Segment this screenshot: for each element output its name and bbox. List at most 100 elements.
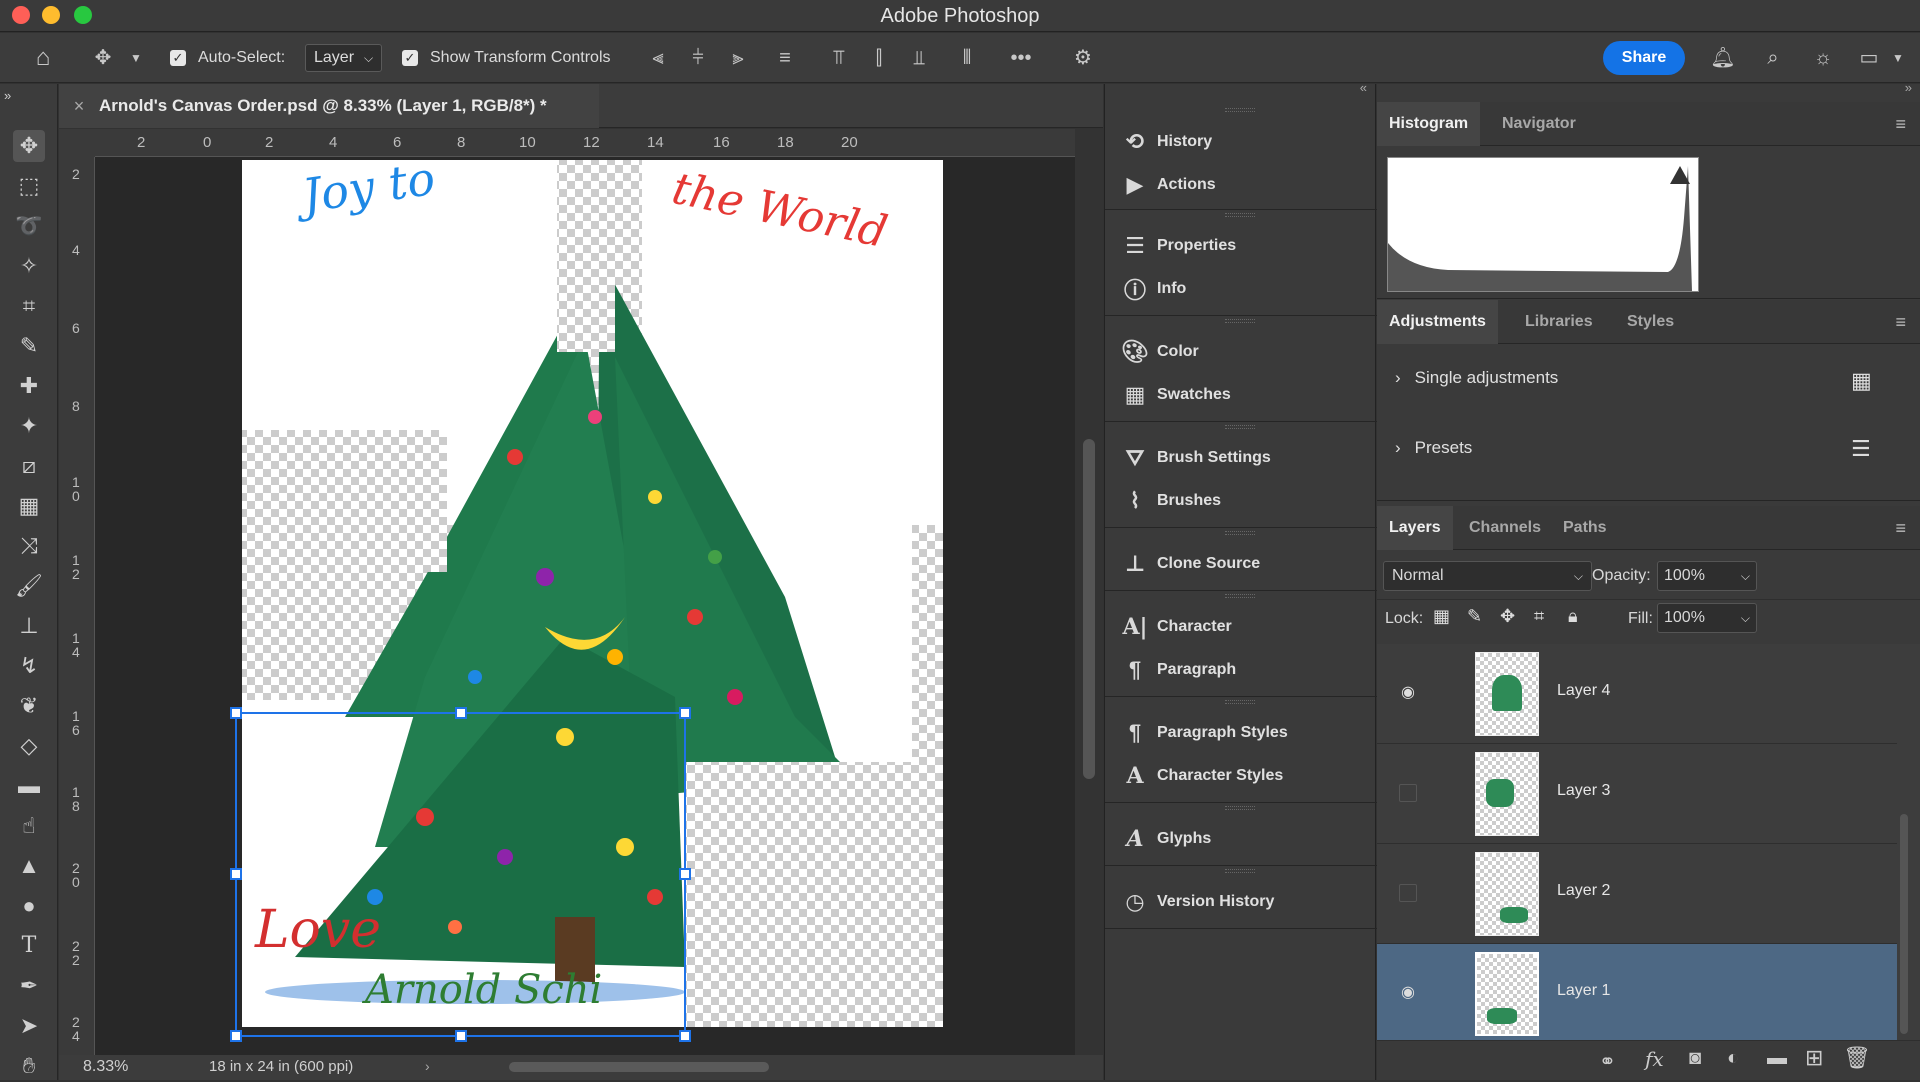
spot-healing-tool[interactable]: ✦	[13, 410, 45, 442]
eye-icon[interactable]: ◉	[1397, 982, 1419, 1004]
link-layers-icon[interactable]: ⚭	[1599, 1049, 1616, 1074]
panel-menu-icon[interactable]: ≡	[1895, 518, 1906, 539]
marquee-tool[interactable]: ⬚	[13, 170, 45, 202]
fx-icon[interactable]: fx	[1645, 1047, 1664, 1071]
expand-toolbar-icon[interactable]: »	[4, 80, 36, 112]
opacity-field[interactable]: 100% ⌵	[1657, 561, 1757, 591]
tab-histogram[interactable]: Histogram	[1377, 102, 1481, 146]
list-view-icon[interactable]: ☰	[1851, 436, 1871, 462]
share-button[interactable]: Share	[1603, 41, 1685, 75]
lock-all-icon[interactable]: 🔒︎	[1568, 606, 1578, 627]
tab-styles[interactable]: Styles	[1615, 300, 1686, 344]
panel-group-grip[interactable]	[1225, 594, 1255, 598]
canvas-vertical-scrollbar[interactable]	[1075, 129, 1103, 1055]
lock-pixels-icon[interactable]: ✎	[1467, 606, 1482, 627]
layer-name[interactable]: Layer 3	[1557, 782, 1610, 800]
hand-tool[interactable]: ✋︎	[13, 1050, 45, 1082]
align-vcenter-icon[interactable]: ⫿	[866, 45, 892, 71]
dock-item-color[interactable]: 🎨︎ Color	[1105, 332, 1377, 372]
transform-handle[interactable]	[455, 1030, 467, 1042]
layer-row-layer-3[interactable]: Layer 3	[1377, 744, 1897, 844]
adjustment-layer-icon[interactable]: ◐	[1727, 1047, 1739, 1070]
layer-thumbnail[interactable]	[1475, 852, 1539, 936]
dock-item-character-styles[interactable]: A Character Styles	[1105, 756, 1377, 796]
lock-position-icon[interactable]: ✥	[1500, 606, 1515, 627]
lasso-tool[interactable]: ➰	[13, 210, 45, 242]
horizontal-scrollbar-thumb[interactable]	[509, 1062, 769, 1072]
panel-group-grip[interactable]	[1225, 213, 1255, 217]
path-selection-tool[interactable]: ➤	[13, 1010, 45, 1042]
crop-tool[interactable]: ⌗	[13, 290, 45, 322]
panel-group-grip[interactable]	[1225, 531, 1255, 535]
canvas-image[interactable]: Joy to the World Love Arnold Schi	[95, 157, 1075, 1055]
panel-group-grip[interactable]	[1225, 700, 1255, 704]
tab-libraries[interactable]: Libraries	[1513, 300, 1605, 344]
eraser-tool[interactable]: ◇	[13, 730, 45, 762]
pen-tool[interactable]: ✒	[13, 970, 45, 1002]
align-top-icon[interactable]: ⫪	[826, 45, 852, 71]
dock-item-paragraph-styles[interactable]: ¶ Paragraph Styles	[1105, 713, 1377, 753]
collapse-panels-icon[interactable]: »	[1905, 80, 1912, 95]
warning-icon[interactable]	[1670, 166, 1690, 184]
add-mask-icon[interactable]: ◙	[1689, 1047, 1701, 1070]
auto-select-dropdown[interactable]: Layer ⌵	[305, 43, 383, 73]
dock-item-brush-settings[interactable]: ⛛ Brush Settings	[1105, 438, 1377, 478]
layer-row-layer-1[interactable]: ◉ Layer 1	[1377, 944, 1897, 1044]
frame-tool[interactable]: ▦	[13, 490, 45, 522]
panel-group-grip[interactable]	[1225, 319, 1255, 323]
tab-navigator[interactable]: Navigator	[1490, 102, 1588, 146]
chevron-down-icon[interactable]: ▼	[1890, 45, 1906, 71]
tab-paths[interactable]: Paths	[1551, 506, 1619, 550]
panel-group-grip[interactable]	[1225, 869, 1255, 873]
magic-wand-tool[interactable]: ✧	[13, 250, 45, 282]
bandage-tool[interactable]: ⧄	[13, 450, 45, 482]
align-hcenter-icon[interactable]: ⫩	[685, 45, 711, 71]
bell-icon[interactable]: 🔔︎	[1710, 45, 1736, 71]
clone-stamp-tool[interactable]: ⊥	[13, 610, 45, 642]
panel-group-grip[interactable]	[1225, 425, 1255, 429]
collapse-dock-icon[interactable]: «	[1360, 80, 1367, 95]
dock-item-brushes[interactable]: ⌇ Brushes	[1105, 481, 1377, 521]
dock-item-swatches[interactable]: ▦ Swatches	[1105, 375, 1377, 415]
layer-thumbnail[interactable]	[1475, 952, 1539, 1036]
lock-transparent-icon[interactable]: ▦	[1433, 606, 1450, 627]
smudge-tool[interactable]: ☝	[13, 810, 45, 842]
new-group-icon[interactable]: ▬	[1767, 1047, 1787, 1070]
dock-item-paragraph[interactable]: ¶ Paragraph	[1105, 650, 1377, 690]
align-right-icon[interactable]: ⫸	[725, 45, 751, 71]
zoom-level[interactable]: 8.33%	[83, 1058, 128, 1076]
move-tool[interactable]: ✥	[13, 130, 45, 162]
canvas-area[interactable]: Joy to the World Love Arnold Schi	[95, 157, 1075, 1055]
panel-menu-icon[interactable]: ≡	[1895, 312, 1906, 333]
lock-artboard-icon[interactable]: ⌗	[1534, 606, 1544, 627]
blend-mode-dropdown[interactable]: Normal ⌵	[1383, 561, 1592, 591]
dock-item-glyphs[interactable]: A Glyphs	[1105, 819, 1377, 859]
gear-icon[interactable]: ⚙	[1070, 45, 1096, 71]
layer-name[interactable]: Layer 4	[1557, 682, 1610, 700]
transform-handle[interactable]	[455, 707, 467, 719]
lightbulb-icon[interactable]: ☼	[1810, 45, 1836, 71]
eye-icon[interactable]: ◉	[1397, 682, 1419, 704]
layer-row-layer-4[interactable]: ◉ Layer 4	[1377, 644, 1897, 744]
transform-handle[interactable]	[230, 707, 242, 719]
align-bottom-icon[interactable]: ⫫	[906, 45, 932, 71]
home-icon[interactable]: ⌂	[30, 45, 56, 71]
trash-icon[interactable]: 🗑︎	[1843, 1045, 1871, 1071]
dock-item-version-history[interactable]: ◷ Version History	[1105, 882, 1377, 922]
eyedropper-tool[interactable]: ✎	[13, 330, 45, 362]
document-tab[interactable]: × Arnold's Canvas Order.psd @ 8.33% (Lay…	[59, 84, 599, 128]
panel-group-grip[interactable]	[1225, 108, 1255, 112]
layer-name[interactable]: Layer 2	[1557, 882, 1610, 900]
single-adjustments-row[interactable]: › Single adjustments	[1395, 368, 1558, 388]
panel-group-grip[interactable]	[1225, 806, 1255, 810]
dodge-tool[interactable]: ●	[13, 890, 45, 922]
layers-scrollbar[interactable]	[1900, 814, 1908, 1034]
panel-menu-icon[interactable]: ≡	[1895, 114, 1906, 135]
layer-thumbnail[interactable]	[1475, 752, 1539, 836]
gradient-tool[interactable]: ▬	[13, 770, 45, 802]
show-transform-checkbox[interactable]: ✓	[402, 43, 418, 73]
tab-layers[interactable]: Layers	[1377, 506, 1453, 550]
dock-item-history[interactable]: ⟲ History	[1105, 122, 1377, 162]
tab-channels[interactable]: Channels	[1457, 506, 1553, 550]
content-aware-move-tool[interactable]: ⤨	[13, 530, 45, 562]
